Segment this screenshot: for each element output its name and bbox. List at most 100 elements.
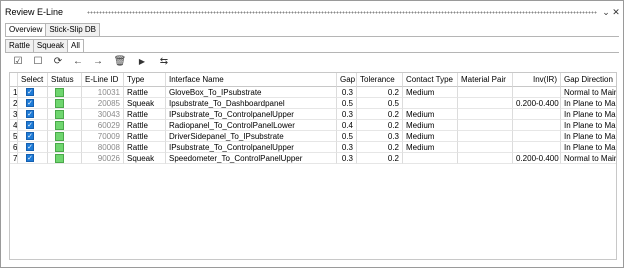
header-type[interactable]: Type — [124, 73, 166, 87]
table-row[interactable]: 4 ✓ 60029 Rattle Radiopanel_To_ControlPa… — [10, 120, 616, 131]
interface-name-cell[interactable]: Radiopanel_To_ControlPanelLower — [166, 120, 337, 131]
material-pair-cell[interactable] — [458, 120, 513, 131]
type-cell[interactable]: Squeak — [124, 98, 166, 109]
contact-type-cell[interactable] — [403, 98, 458, 109]
gap-cell[interactable]: 0.3 — [337, 87, 357, 98]
close-icon[interactable]: ✕ — [611, 6, 621, 18]
gap-cell[interactable]: 0.5 — [337, 131, 357, 142]
gap-direction-cell[interactable]: In Plane to Main — [561, 109, 616, 120]
header-status[interactable]: Status — [48, 73, 82, 87]
select-cell[interactable]: ✓ — [18, 87, 48, 98]
tab-all[interactable]: All — [67, 39, 84, 52]
gap-cell[interactable]: 0.3 — [337, 142, 357, 153]
select-checkbox[interactable]: ✓ — [26, 88, 34, 96]
inv-ir-cell[interactable] — [513, 142, 561, 153]
header-inv-ir[interactable]: Inv(IR) — [513, 73, 561, 87]
select-checkbox[interactable]: ✓ — [26, 132, 34, 140]
contact-type-cell[interactable] — [403, 153, 458, 164]
tolerance-cell[interactable]: 0.2 — [357, 142, 403, 153]
inv-ir-cell[interactable] — [513, 120, 561, 131]
select-cell[interactable]: ✓ — [18, 142, 48, 153]
select-cell[interactable]: ✓ — [18, 109, 48, 120]
interface-name-cell[interactable]: IPsubstrate_To_ControlpanelUpper — [166, 142, 337, 153]
type-cell[interactable]: Rattle — [124, 120, 166, 131]
arrow-left-icon[interactable]: ← — [71, 55, 85, 69]
table-row[interactable]: 6 ✓ 80008 Rattle IPsubstrate_To_Controlp… — [10, 142, 616, 153]
contact-type-cell[interactable]: Medium — [403, 109, 458, 120]
material-pair-cell[interactable] — [458, 98, 513, 109]
header-tolerance[interactable]: Tolerance — [357, 73, 403, 87]
arrow-right-icon[interactable]: → — [91, 55, 105, 69]
interface-name-cell[interactable]: Speedometer_To_ControlPanelUpper — [166, 153, 337, 164]
tolerance-cell[interactable]: 0.2 — [357, 120, 403, 131]
gap-cell[interactable]: 0.3 — [337, 109, 357, 120]
gap-direction-cell[interactable]: Normal to Main — [561, 153, 616, 164]
tolerance-cell[interactable]: 0.2 — [357, 109, 403, 120]
tolerance-cell[interactable]: 0.5 — [357, 98, 403, 109]
interface-name-cell[interactable]: Ipsubstrate_To_Dashboardpanel — [166, 98, 337, 109]
type-cell[interactable]: Rattle — [124, 109, 166, 120]
select-cell[interactable]: ✓ — [18, 120, 48, 131]
tab-squeak[interactable]: Squeak — [32, 39, 69, 52]
select-cell[interactable]: ✓ — [18, 131, 48, 142]
material-pair-cell[interactable] — [458, 153, 513, 164]
interface-name-cell[interactable]: GloveBox_To_IPsubstrate — [166, 87, 337, 98]
material-pair-cell[interactable] — [458, 131, 513, 142]
table-row[interactable]: 5 ✓ 70009 Rattle DriverSidepanel_To_IPsu… — [10, 131, 616, 142]
tolerance-cell[interactable]: 0.2 — [357, 153, 403, 164]
inv-ir-cell[interactable] — [513, 109, 561, 120]
contact-type-cell[interactable]: Medium — [403, 142, 458, 153]
type-cell[interactable]: Rattle — [124, 142, 166, 153]
header-select[interactable]: Select — [18, 73, 48, 87]
interface-name-cell[interactable]: DriverSidepanel_To_IPsubstrate — [166, 131, 337, 142]
select-checkbox[interactable]: ✓ — [26, 154, 34, 162]
contact-type-cell[interactable]: Medium — [403, 120, 458, 131]
inv-ir-cell[interactable]: 0.200-0.400 — [513, 153, 561, 164]
header-contact-type[interactable]: Contact Type — [403, 73, 458, 87]
gap-direction-cell[interactable]: In Plane to Main — [561, 131, 616, 142]
play-icon[interactable]: ▶ — [135, 55, 149, 69]
select-checkbox[interactable]: ✓ — [26, 143, 34, 151]
gap-cell[interactable]: 0.5 — [337, 98, 357, 109]
deselect-checkbox-icon[interactable]: ☐ — [31, 55, 45, 69]
contact-type-cell[interactable]: Medium — [403, 87, 458, 98]
material-pair-cell[interactable] — [458, 109, 513, 120]
type-cell[interactable]: Squeak — [124, 153, 166, 164]
header-eline-id[interactable]: E-Line ID — [82, 73, 124, 87]
interface-name-cell[interactable]: IPsubstrate_To_ControlpanelUpper — [166, 109, 337, 120]
header-material-pair[interactable]: Material Pair — [458, 73, 513, 87]
table-row[interactable]: 7 ✓ 90026 Squeak Speedometer_To_ControlP… — [10, 153, 616, 164]
table-row[interactable]: 3 ✓ 30043 Rattle IPsubstrate_To_Controlp… — [10, 109, 616, 120]
tolerance-cell[interactable]: 0.3 — [357, 131, 403, 142]
table-row[interactable]: 2 ✓ 20085 Squeak Ipsubstrate_To_Dashboar… — [10, 98, 616, 109]
header-gap-direction[interactable]: Gap Direction — [561, 73, 616, 87]
material-pair-cell[interactable] — [458, 142, 513, 153]
select-checkbox[interactable]: ✓ — [26, 110, 34, 118]
inv-ir-cell[interactable] — [513, 87, 561, 98]
select-checkbox[interactable]: ✓ — [26, 99, 34, 107]
tab-overview[interactable]: Overview — [5, 23, 47, 36]
table-row[interactable]: 1 ✓ 10031 Rattle GloveBox_To_IPsubstrate… — [10, 87, 616, 98]
contact-type-cell[interactable]: Medium — [403, 131, 458, 142]
gap-cell[interactable]: 0.3 — [337, 153, 357, 164]
material-pair-cell[interactable] — [458, 87, 513, 98]
gap-direction-cell[interactable]: In Plane to Main — [561, 98, 616, 109]
type-cell[interactable]: Rattle — [124, 131, 166, 142]
inv-ir-cell[interactable]: 0.200-0.400 — [513, 98, 561, 109]
tolerance-cell[interactable]: 0.2 — [357, 87, 403, 98]
gap-direction-cell[interactable]: Normal to Main — [561, 87, 616, 98]
chevron-down-icon[interactable]: ⌄ — [601, 6, 611, 18]
gap-direction-cell[interactable]: In Plane to Main — [561, 142, 616, 153]
select-all-checkbox-icon[interactable]: ☑ — [11, 55, 25, 69]
inv-ir-cell[interactable] — [513, 131, 561, 142]
tab-rattle[interactable]: Rattle — [5, 39, 34, 52]
drag-grip[interactable] — [87, 11, 597, 14]
header-interface-name[interactable]: Interface Name — [166, 73, 337, 87]
gap-direction-cell[interactable]: In Plane to Main — [561, 120, 616, 131]
select-checkbox[interactable]: ✓ — [26, 121, 34, 129]
tab-stick-slip-db[interactable]: Stick-Slip DB — [45, 23, 101, 36]
refresh-icon[interactable]: ⟳ — [51, 55, 65, 69]
type-cell[interactable]: Rattle — [124, 87, 166, 98]
trash-icon[interactable]: 🗑 — [113, 55, 127, 69]
header-gap[interactable]: Gap — [337, 73, 357, 87]
